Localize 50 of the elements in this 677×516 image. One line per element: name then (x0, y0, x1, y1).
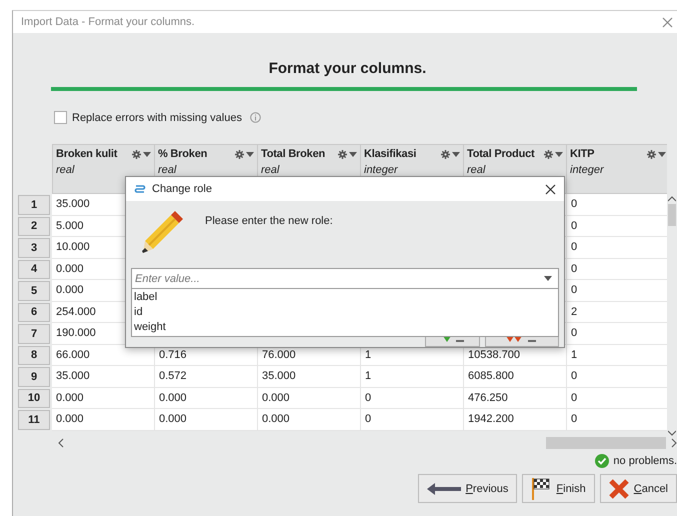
table-cell: 0 (567, 388, 668, 409)
row-number: 11 (18, 410, 50, 430)
row-number: 3 (18, 238, 50, 258)
table-cell: 2 (567, 302, 668, 323)
table-cell: 0 (567, 366, 668, 388)
row-number: 5 (18, 281, 50, 300)
table-cell: 0 (567, 237, 668, 258)
table-cell: 35.000 (258, 366, 361, 388)
table-cell: 0 (567, 280, 668, 302)
table-cell: 0.000 (52, 409, 155, 430)
page-heading: Format your columns. (268, 60, 428, 77)
table-cell: 0 (567, 409, 668, 430)
window-title: Import Data - Format your columns. (21, 16, 195, 28)
table-cell: 0.000 (155, 409, 258, 430)
table-cell: 0 (361, 388, 464, 409)
table-cell: 0 (567, 216, 668, 237)
table-cell: 0 (567, 323, 668, 344)
table-cell: 0 (567, 258, 668, 280)
table-cell: 6085.800 (464, 366, 567, 388)
table-cell: 0.000 (155, 388, 258, 409)
dialog-title: Change role (152, 183, 212, 195)
table-cell: 35.000 (52, 366, 155, 388)
row-number: 10 (18, 388, 50, 408)
prompt-text: Please enter the new role: (205, 215, 333, 227)
column-type: integer (570, 164, 605, 176)
table-cell: 1942.200 (464, 409, 567, 430)
table-cell: 0.000 (258, 388, 361, 409)
column-type: integer (364, 164, 399, 176)
checkbox-label: Replace errors with missing values (72, 112, 242, 124)
row-number: 6 (18, 302, 50, 322)
row-number: 1 (18, 195, 50, 214)
table-cell: 0.000 (258, 409, 361, 430)
column-type: real (467, 164, 486, 176)
status-text: no problems. (613, 455, 677, 467)
row-number: 2 (18, 216, 50, 236)
table-cell: 0 (361, 409, 464, 430)
row-number: 7 (18, 324, 50, 344)
row-number: 8 (18, 346, 50, 365)
column-type: real (56, 164, 76, 176)
column-type: real (261, 164, 280, 176)
row-number: 4 (18, 260, 50, 279)
table-cell: 0.572 (155, 366, 258, 388)
row-number: 9 (18, 367, 50, 386)
table-cell: 0.000 (52, 388, 155, 409)
table-cell: 1 (567, 344, 668, 366)
table-cell: 66.000 (52, 344, 155, 366)
table-cell: 0 (567, 194, 668, 216)
table-cell: 476.250 (464, 388, 567, 409)
table-cell: 1 (361, 366, 464, 388)
column-type: real (158, 164, 178, 176)
